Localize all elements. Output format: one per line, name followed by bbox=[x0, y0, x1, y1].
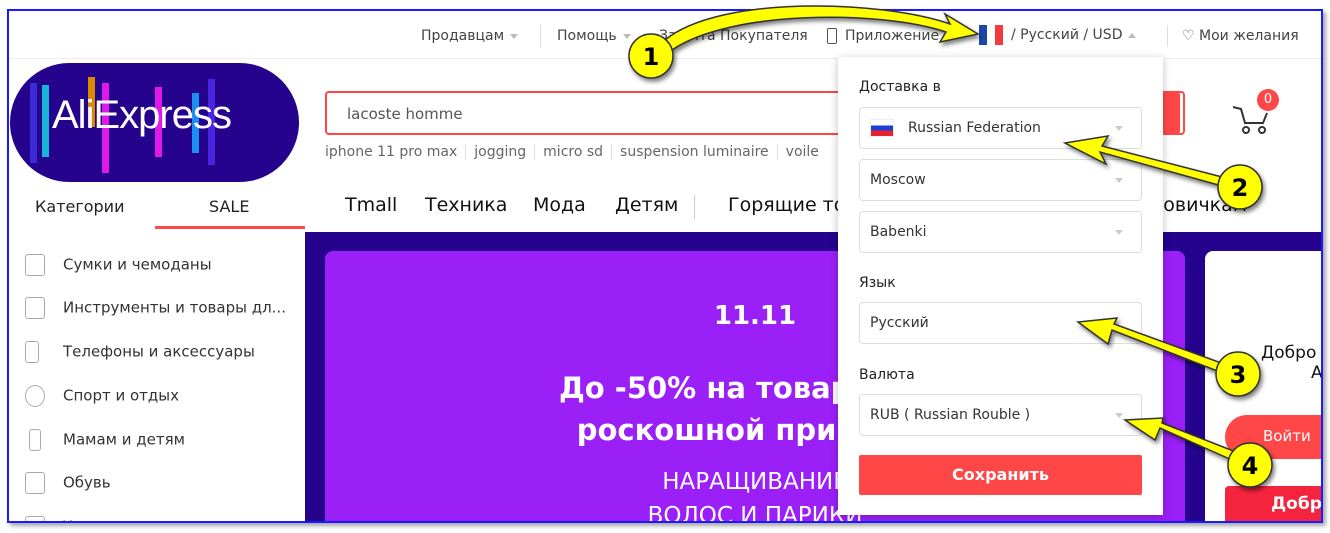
annotation-overlay: 1 2 3 4 bbox=[628, 5, 1273, 488]
annotation-number: 2 bbox=[1232, 174, 1249, 202]
annotation-arrow bbox=[1122, 417, 1238, 461]
annotation-number: 3 bbox=[1230, 361, 1247, 389]
annotation-arrow bbox=[1062, 135, 1228, 187]
annotation-arrow bbox=[1075, 317, 1226, 373]
annotation-number: 4 bbox=[1242, 452, 1259, 480]
annotation-arrow bbox=[663, 5, 981, 52]
annotation-number: 1 bbox=[643, 43, 660, 71]
